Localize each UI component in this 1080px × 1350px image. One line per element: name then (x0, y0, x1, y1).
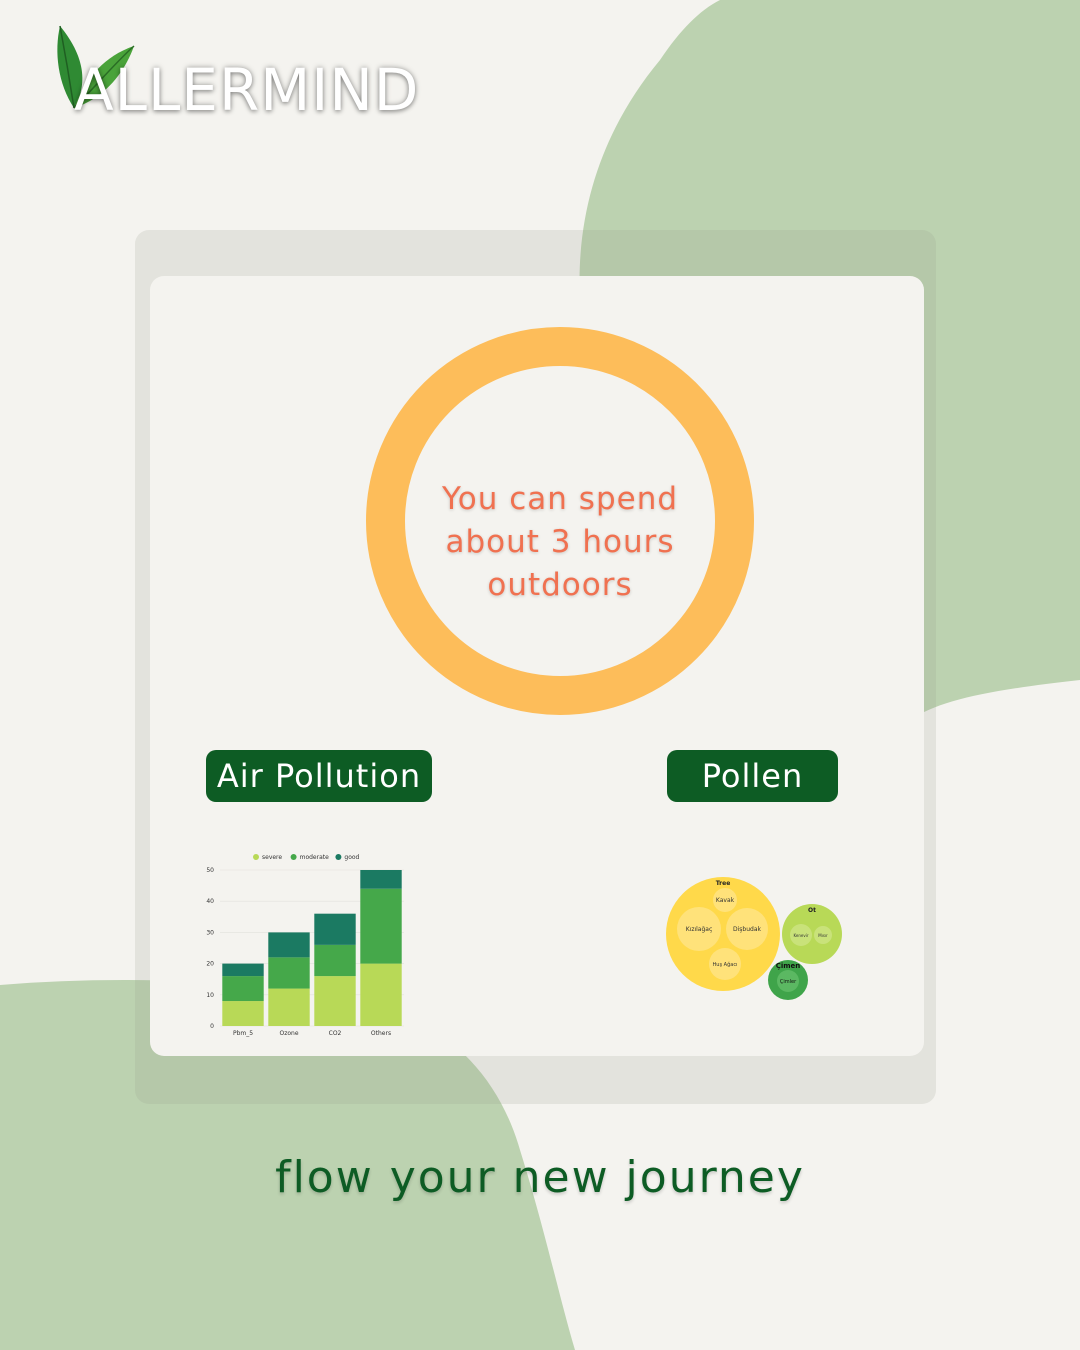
pollen-item-label: Kızılağaç (686, 926, 713, 933)
pollen-item-label: Dişbudak (733, 926, 762, 933)
y-tick-label: 10 (206, 992, 214, 999)
pollen-button[interactable]: Pollen (667, 750, 838, 802)
legend-swatch (335, 854, 342, 860)
app-logo: ALLERMIND (52, 22, 418, 124)
x-tick-label: Others (371, 1030, 391, 1037)
bar-segment (268, 988, 310, 1026)
outdoor-time-message: You can spend about 3 hours outdoors (420, 478, 700, 607)
bar-segment (268, 957, 310, 989)
y-tick-label: 0 (210, 1023, 214, 1030)
bar-segment (360, 963, 402, 1026)
pollen-group-label: Ot (808, 907, 816, 914)
legend-label: moderate (300, 854, 330, 861)
air-pollution-button[interactable]: Air Pollution (206, 750, 432, 802)
pollen-bubble-chart: Tree Kavak Kızılağaç Dişbudak Huş Ağacı … (666, 877, 842, 1000)
bar-segment (222, 976, 264, 1002)
message-line: about 3 hours (445, 524, 675, 560)
y-tick-label: 20 (206, 961, 214, 968)
pollen-item-label: Kavak (716, 897, 735, 904)
bar-segment (268, 932, 310, 958)
y-tick-label: 30 (206, 929, 214, 936)
message-line: You can spend (441, 481, 679, 517)
bar-segment (222, 1001, 264, 1026)
tagline: flow your new journey (275, 1152, 805, 1203)
y-tick-label: 40 (206, 898, 214, 905)
pollen-item-label: Mısır (818, 933, 828, 938)
pollen-item-label: Huş Ağacı (713, 961, 738, 968)
pollen-item-label: Çimler (780, 979, 797, 985)
x-tick-label: CO2 (329, 1030, 342, 1037)
bar-segment (314, 913, 356, 945)
legend-label: severe (262, 854, 282, 861)
bar-segment (314, 976, 356, 1026)
legend-label: good (344, 854, 359, 861)
pollen-group-label: Tree (716, 880, 731, 887)
legend-swatch (253, 854, 259, 860)
legend-swatch (290, 854, 297, 860)
air-pollution-chart: severe moderate good 0 10 20 30 40 50 Pbm_5 Ozone C… (206, 854, 404, 1037)
message-line: outdoors (487, 567, 633, 603)
pollen-group-label: Çimen (776, 962, 801, 970)
x-tick-label: Ozone (279, 1030, 298, 1037)
bar-segment (314, 944, 356, 977)
bar-segment (360, 870, 402, 889)
pollen-item-label: Kenevir (793, 933, 808, 938)
x-tick-label: Pbm_5 (233, 1030, 253, 1037)
y-tick-label: 50 (206, 867, 214, 874)
bar-segment (360, 888, 402, 964)
brand-name: ALLERMIND (74, 56, 420, 124)
bar-segment (222, 963, 264, 977)
